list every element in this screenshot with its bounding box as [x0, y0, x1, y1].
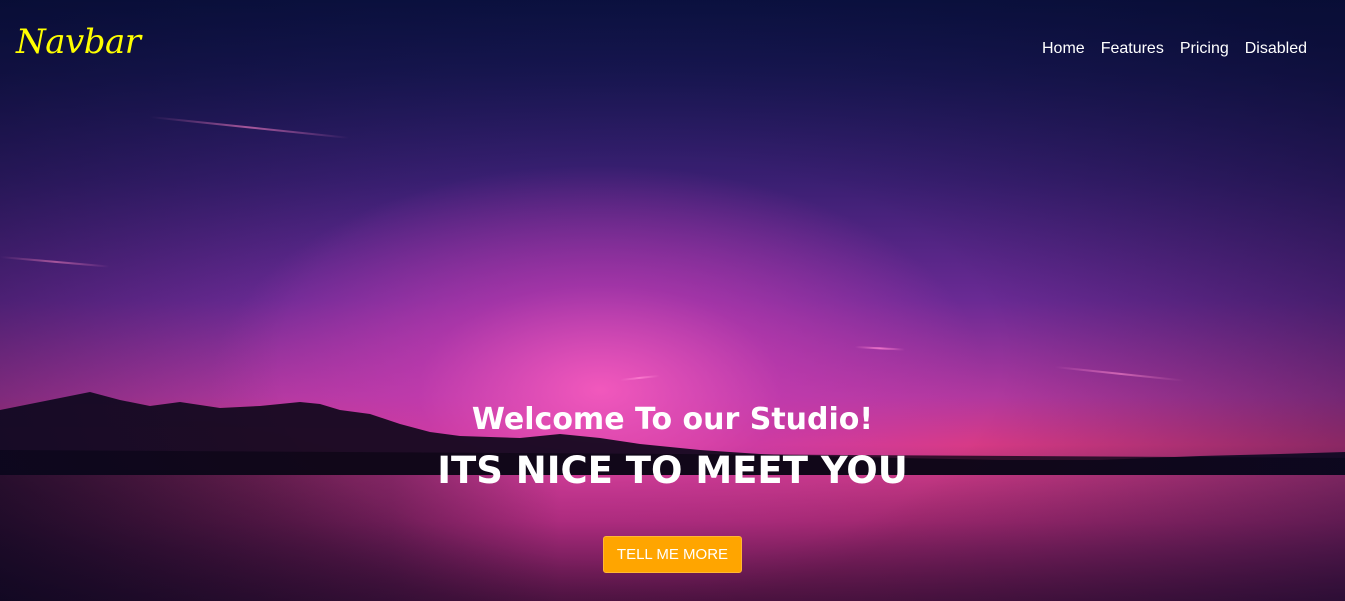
navbar-brand[interactable]: Navbar — [16, 22, 141, 62]
hero-content: Welcome To our Studio! ITS NICE TO MEET … — [0, 398, 1345, 573]
hero-headline: ITS NICE TO MEET YOU — [437, 449, 908, 492]
sky-streak — [149, 116, 350, 139]
sky-streak — [0, 256, 110, 268]
welcome-heading: Welcome To our Studio! — [471, 402, 874, 437]
sky-streak — [854, 346, 905, 351]
hero-section: Navbar Home Features Pricing Disabled We… — [0, 0, 1345, 601]
tell-me-more-button[interactable]: TELL ME MORE — [602, 536, 743, 573]
nav-link-pricing[interactable]: Pricing — [1172, 40, 1237, 58]
nav-link-home[interactable]: Home — [1034, 40, 1093, 58]
nav-link-features[interactable]: Features — [1093, 40, 1172, 58]
navbar: Navbar Home Features Pricing Disabled — [0, 0, 1345, 100]
nav-link-disabled[interactable]: Disabled — [1237, 40, 1315, 58]
nav-links: Home Features Pricing Disabled — [1034, 40, 1315, 58]
